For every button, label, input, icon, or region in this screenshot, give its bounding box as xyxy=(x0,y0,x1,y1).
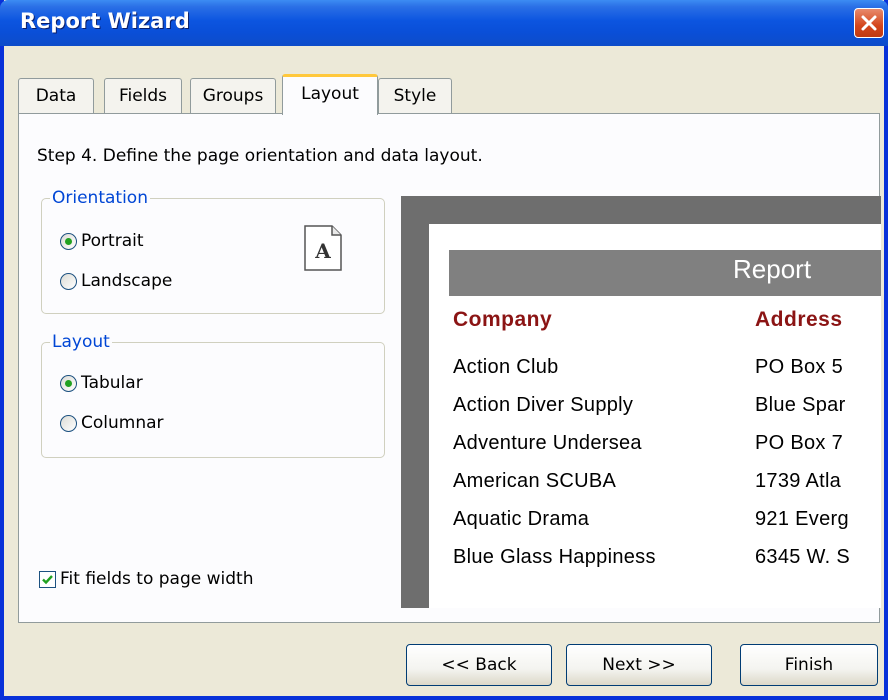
finish-button[interactable]: Finish xyxy=(740,644,878,686)
preview-page: Report Company Address Action Club PO Bo… xyxy=(429,224,881,608)
back-button[interactable]: << Back xyxy=(406,644,552,686)
layout-preview: Report Company Address Action Club PO Bo… xyxy=(401,196,881,608)
portrait-radio-indicator[interactable] xyxy=(60,232,77,250)
columnar-radio[interactable]: Columnar xyxy=(60,413,164,433)
cell-address: PO Box 7 xyxy=(755,432,843,454)
layout-tab-panel: Step 4. Define the page orientation and … xyxy=(18,113,881,623)
cell-company: Action Club xyxy=(453,356,559,378)
tabular-radio[interactable]: Tabular xyxy=(60,373,143,393)
landscape-label: Landscape xyxy=(81,271,173,291)
columnar-label: Columnar xyxy=(81,413,164,433)
step-instruction: Step 4. Define the page orientation and … xyxy=(37,146,483,166)
column-header-address: Address xyxy=(755,308,843,331)
window-title: Report Wizard xyxy=(20,9,190,33)
cell-address: 6345 W. S xyxy=(755,546,850,568)
orientation-group-label: Orientation xyxy=(50,188,150,208)
tabular-radio-indicator[interactable] xyxy=(60,374,77,392)
columnar-radio-indicator[interactable] xyxy=(60,414,77,432)
fit-fields-checkbox[interactable]: Fit fields to page width xyxy=(39,569,253,589)
fit-fields-checkbox-box[interactable] xyxy=(39,570,56,588)
portrait-radio[interactable]: Portrait xyxy=(60,231,144,251)
cell-address: PO Box 5 xyxy=(755,356,843,378)
tab-style[interactable]: Style xyxy=(378,78,452,114)
title-bar[interactable]: Report Wizard xyxy=(0,0,888,46)
checkmark-icon xyxy=(42,574,53,584)
cell-company: Aquatic Drama xyxy=(453,508,590,530)
tab-fields[interactable]: Fields xyxy=(104,78,182,114)
tab-layout[interactable]: Layout xyxy=(282,74,378,115)
portrait-label: Portrait xyxy=(81,231,144,251)
tabular-label: Tabular xyxy=(81,373,143,393)
column-header-company: Company xyxy=(453,308,553,331)
cell-company: Blue Glass Happiness xyxy=(453,546,656,568)
landscape-radio-indicator[interactable] xyxy=(60,272,77,290)
cell-company: Adventure Undersea xyxy=(453,432,642,454)
cell-company: Action Diver Supply xyxy=(453,394,634,416)
layout-group: Layout Tabular Columnar xyxy=(41,332,385,458)
cell-address: Blue Spar xyxy=(755,394,846,416)
portrait-page-icon: A xyxy=(304,225,342,271)
landscape-radio[interactable]: Landscape xyxy=(60,271,172,291)
layout-group-label: Layout xyxy=(50,332,112,352)
fit-fields-label: Fit fields to page width xyxy=(60,569,254,589)
cell-company: American SCUBA xyxy=(453,470,617,492)
report-title: Report xyxy=(733,254,812,284)
report-wizard-window: Report Wizard Data Fields Groups Layout … xyxy=(0,0,888,700)
next-button[interactable]: Next >> xyxy=(566,644,712,686)
orientation-group: Orientation Portrait Landscape A xyxy=(41,188,385,314)
report-title-bar: Report xyxy=(449,250,881,296)
cell-address: 1739 Atla xyxy=(755,470,842,492)
cell-address: 921 Everg xyxy=(755,508,849,530)
tab-data[interactable]: Data xyxy=(18,78,94,114)
close-icon xyxy=(861,15,877,31)
tab-groups[interactable]: Groups xyxy=(190,78,276,114)
close-button[interactable] xyxy=(854,8,884,38)
page-icon-letter: A xyxy=(314,239,331,263)
